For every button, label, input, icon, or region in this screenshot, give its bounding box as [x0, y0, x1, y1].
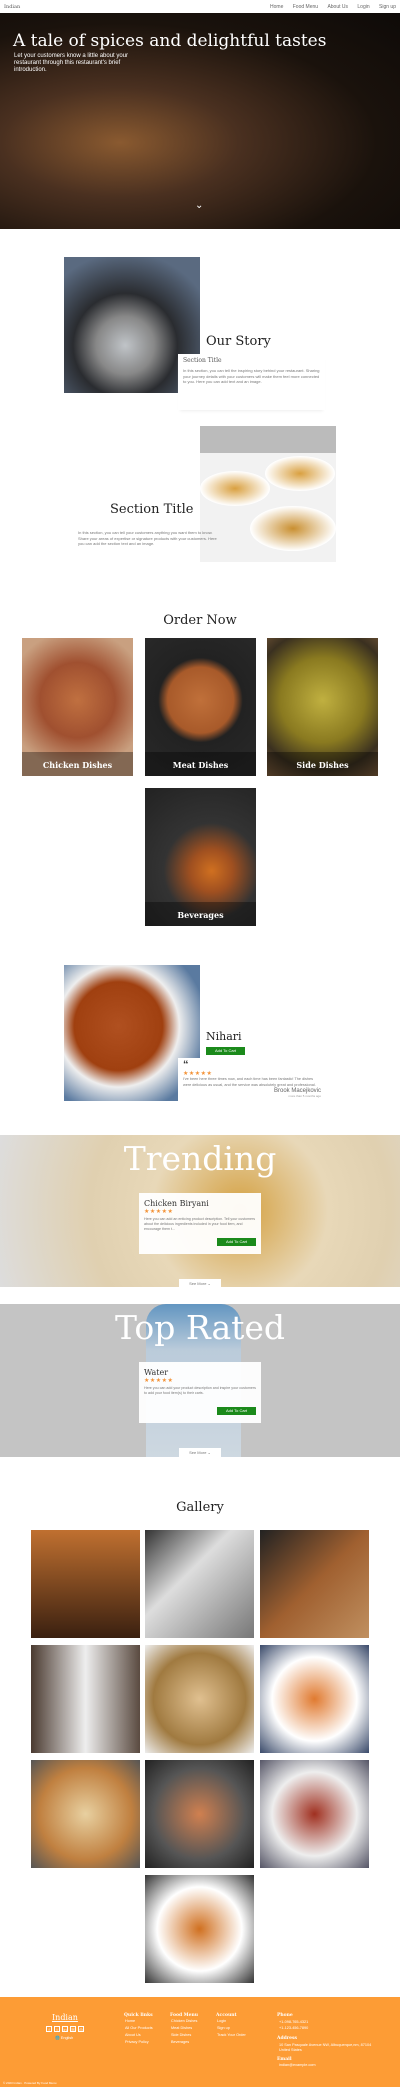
account-links: Account Login Sign up Track Your Order	[216, 2013, 246, 2039]
gallery-image[interactable]	[145, 1760, 254, 1868]
footer: Indian f t in ✉ ◎ 🌐 English Quick links …	[0, 1997, 400, 2087]
footer-link[interactable]: All Our Products	[125, 2025, 153, 2032]
footer-link[interactable]: Chicken Dishes	[171, 2018, 198, 2025]
category-label: Meat Dishes	[172, 760, 229, 770]
footer-link[interactable]: Sign up	[217, 2025, 246, 2032]
trending-section: Trending Chicken Biryani ★★★★★ Here you …	[0, 1135, 400, 1288]
brand-logo[interactable]: Indian	[4, 4, 262, 10]
featured-dish-name: Nihari	[206, 1030, 242, 1043]
facebook-icon[interactable]: f	[46, 2026, 52, 2032]
category-label: Chicken Dishes	[42, 760, 113, 770]
gallery-heading: Gallery	[176, 1500, 224, 1515]
gallery-image[interactable]	[145, 1530, 254, 1638]
phone-number[interactable]: +1-123-456-7890	[279, 2026, 377, 2032]
gallery-image[interactable]	[260, 1645, 369, 1753]
see-more-label: See More	[189, 1281, 207, 1286]
copyright: © 2023 Indian . Powered By Food Menu	[3, 2081, 57, 2085]
footer-link[interactable]: Privacy Policy	[125, 2039, 153, 2046]
nav-about-us[interactable]: About Us	[327, 4, 348, 10]
gallery-image[interactable]	[31, 1530, 140, 1638]
story-text: In this section, you can tell the inspir…	[183, 368, 320, 384]
review-box: “ ★★★★★ I've been here three times now, …	[178, 1058, 326, 1114]
phone-title: Phone	[277, 2013, 293, 2018]
review-text: I've been here three times now, and each…	[183, 1077, 316, 1087]
category-label: Beverages	[177, 910, 224, 920]
food-menu-links: Food Menu Chicken Dishes Meat Dishes Sid…	[170, 2013, 198, 2046]
product-description: Here you can add your product descriptio…	[144, 1386, 256, 1395]
top-rated-product-card[interactable]: Water ★★★★★ Here you can add your produc…	[139, 1362, 261, 1423]
review-time: more than 5 months ago	[288, 1094, 321, 1098]
section-image	[200, 426, 336, 562]
footer-link[interactable]: Login	[217, 2018, 246, 2025]
story-title: Section Title	[183, 357, 222, 364]
address-title: Address	[277, 2036, 298, 2041]
twitter-icon[interactable]: t	[54, 2026, 60, 2032]
story-heading: Our Story	[206, 334, 271, 349]
gallery-image[interactable]	[31, 1645, 140, 1753]
gallery-image[interactable]	[260, 1760, 369, 1868]
see-more-button[interactable]: See More ⌄	[179, 1279, 221, 1288]
hero-title: A tale of spices and delightful tastes	[13, 31, 327, 51]
category-chicken-dishes[interactable]: Chicken Dishes	[22, 638, 133, 776]
product-name: Chicken Biryani	[144, 1199, 209, 1208]
contact-info: Phone +1-098-765-4321 +1-123-456-7890 Ad…	[277, 2013, 377, 2069]
add-to-cart-button[interactable]: Add To Cart	[217, 1238, 256, 1246]
trending-product-card[interactable]: Chicken Biryani ★★★★★ Here you can add a…	[139, 1193, 261, 1254]
product-name: Water	[144, 1368, 169, 1377]
top-rated-section: Top Rated Water ★★★★★ Here you can add y…	[0, 1304, 400, 1457]
globe-icon: 🌐	[55, 2036, 60, 2040]
category-meat-dishes[interactable]: Meat Dishes	[145, 638, 256, 776]
gallery-image[interactable]	[260, 1530, 369, 1638]
gallery-image[interactable]	[31, 1760, 140, 1868]
category-label: Side Dishes	[296, 760, 349, 770]
hero-subtitle: Let your customers know a little about y…	[14, 53, 129, 73]
footer-link[interactable]: Beverages	[171, 2039, 198, 2046]
top-rated-heading: Top Rated	[114, 1308, 286, 1347]
social-icons: f t in ✉ ◎	[46, 2026, 84, 2032]
footer-link[interactable]: Side Dishes	[171, 2032, 198, 2039]
see-more-button[interactable]: See More ⌄	[179, 1448, 221, 1457]
see-more-label: See More	[189, 1450, 207, 1455]
scroll-down-chevron-icon[interactable]: ⌄	[195, 200, 203, 211]
order-now-heading: Order Now	[163, 613, 237, 628]
nav-home[interactable]: Home	[270, 4, 283, 10]
nav-food-menu[interactable]: Food Menu	[293, 4, 318, 10]
product-description: Here you can add an enticing product des…	[144, 1217, 256, 1231]
nav-sign-up[interactable]: Sign up	[379, 4, 396, 10]
trending-heading: Trending	[123, 1139, 277, 1178]
linkedin-icon[interactable]: in	[62, 2026, 68, 2032]
email-address[interactable]: indian@example.com	[279, 2062, 377, 2069]
address-text: 10 San Pasquale Avenue NW, Albuquerque,n…	[279, 2043, 372, 2052]
category-beverages[interactable]: Beverages	[145, 788, 256, 926]
footer-link[interactable]: Meat Dishes	[171, 2025, 198, 2032]
section-text: In this section, you can tell your custo…	[78, 530, 217, 546]
hero-banner: A tale of spices and delightful tastes L…	[0, 13, 400, 229]
chevron-down-icon: ⌄	[207, 1450, 211, 1455]
footer-link[interactable]: Home	[125, 2018, 153, 2025]
category-side-dishes[interactable]: Side Dishes	[267, 638, 378, 776]
language-selector[interactable]: 🌐 English	[55, 2035, 73, 2042]
story-text-box: Section Title In this section, you can t…	[178, 354, 325, 410]
language-label: English	[60, 2036, 74, 2040]
featured-add-to-cart-button[interactable]: Add To Cart	[206, 1047, 245, 1055]
gallery-image[interactable]	[145, 1645, 254, 1753]
product-stars: ★★★★★	[144, 1209, 174, 1215]
gallery-image[interactable]	[145, 1875, 254, 1983]
footer-brand[interactable]: Indian	[52, 2013, 78, 2022]
quote-icon: “	[183, 1059, 189, 1071]
chevron-down-icon: ⌄	[207, 1281, 211, 1286]
instagram-icon[interactable]: ◎	[78, 2026, 84, 2032]
email-icon[interactable]: ✉	[70, 2026, 76, 2032]
product-stars: ★★★★★	[144, 1378, 174, 1384]
footer-link[interactable]: About Us	[125, 2032, 153, 2039]
footer-link[interactable]: Track Your Order	[217, 2032, 246, 2039]
top-nav: Indian Home Food Menu About Us Login Sig…	[0, 0, 400, 13]
add-to-cart-button[interactable]: Add To Cart	[217, 1407, 256, 1415]
quick-links: Quick links Home All Our Products About …	[124, 2013, 153, 2046]
section-title: Section Title	[110, 502, 194, 517]
review-stars: ★★★★★	[183, 1071, 213, 1077]
nav-login[interactable]: Login	[357, 4, 369, 10]
